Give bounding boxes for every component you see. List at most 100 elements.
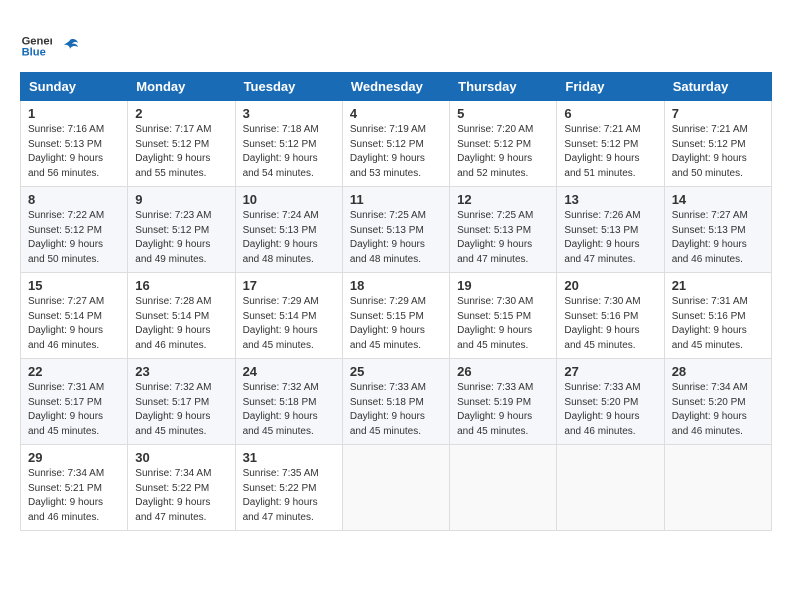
page-header: General Blue — [20, 30, 772, 62]
calendar-week-row: 15 Sunrise: 7:27 AM Sunset: 5:14 PM Dayli… — [21, 273, 772, 359]
day-number: 3 — [243, 106, 335, 121]
day-number: 6 — [564, 106, 656, 121]
day-info: Sunrise: 7:23 AM Sunset: 5:12 PM Dayligh… — [135, 209, 227, 267]
calendar-day-cell: 8 Sunrise: 7:22 AM Sunset: 5:12 PM Daylig… — [21, 187, 128, 273]
empty-day-cell — [342, 445, 449, 531]
day-number: 14 — [672, 192, 764, 207]
svg-text:General: General — [22, 35, 52, 47]
day-number: 26 — [457, 364, 549, 379]
day-header-saturday: Saturday — [664, 73, 771, 101]
day-number: 8 — [28, 192, 120, 207]
day-number: 23 — [135, 364, 227, 379]
calendar-day-cell: 5Sunrise: 7:20 AM Sunset: 5:12 PM Daylig… — [450, 101, 557, 187]
day-info: Sunrise: 7:25 AM Sunset: 5:13 PM Dayligh… — [457, 209, 549, 267]
day-number: 31 — [243, 450, 335, 465]
day-info: Sunrise: 7:31 AM Sunset: 5:16 PM Dayligh… — [672, 295, 764, 353]
day-info: Sunrise: 7:26 AM Sunset: 5:13 PM Dayligh… — [564, 209, 656, 267]
day-number: 25 — [350, 364, 442, 379]
day-info: Sunrise: 7:21 AM Sunset: 5:12 PM Dayligh… — [672, 123, 764, 181]
calendar-day-cell: 17 Sunrise: 7:29 AM Sunset: 5:14 PM Dayli… — [235, 273, 342, 359]
calendar-week-row: 22 Sunrise: 7:31 AM Sunset: 5:17 PM Dayli… — [21, 359, 772, 445]
day-header-monday: Monday — [128, 73, 235, 101]
logo: General Blue — [20, 30, 80, 62]
calendar-day-cell: 13 Sunrise: 7:26 AM Sunset: 5:13 PM Dayli… — [557, 187, 664, 273]
day-info: Sunrise: 7:33 AM Sunset: 5:19 PM Dayligh… — [457, 381, 549, 439]
empty-day-cell — [557, 445, 664, 531]
day-number: 27 — [564, 364, 656, 379]
day-info: Sunrise: 7:19 AM Sunset: 5:12 PM Dayligh… — [350, 123, 442, 181]
day-info: Sunrise: 7:33 AM Sunset: 5:20 PM Dayligh… — [564, 381, 656, 439]
day-number: 20 — [564, 278, 656, 293]
empty-day-cell — [450, 445, 557, 531]
logo-bird-icon — [60, 36, 80, 56]
day-number: 1 — [28, 106, 120, 121]
day-number: 5 — [457, 106, 549, 121]
calendar-day-cell: 2 Sunrise: 7:17 AM Sunset: 5:12 PM Daylig… — [128, 101, 235, 187]
calendar-day-cell: 31 Sunrise: 7:35 AM Sunset: 5:22 PM Dayli… — [235, 445, 342, 531]
day-number: 9 — [135, 192, 227, 207]
day-info: Sunrise: 7:22 AM Sunset: 5:12 PM Dayligh… — [28, 209, 120, 267]
day-info: Sunrise: 7:32 AM Sunset: 5:17 PM Dayligh… — [135, 381, 227, 439]
calendar-day-cell: 11 Sunrise: 7:25 AM Sunset: 5:13 PM Dayli… — [342, 187, 449, 273]
day-number: 24 — [243, 364, 335, 379]
calendar-day-cell: 25 Sunrise: 7:33 AM Sunset: 5:18 PM Dayli… — [342, 359, 449, 445]
day-info: Sunrise: 7:24 AM Sunset: 5:13 PM Dayligh… — [243, 209, 335, 267]
day-header-sunday: Sunday — [21, 73, 128, 101]
day-number: 15 — [28, 278, 120, 293]
empty-day-cell — [664, 445, 771, 531]
day-info: Sunrise: 7:34 AM Sunset: 5:22 PM Dayligh… — [135, 467, 227, 525]
calendar-week-row: 8 Sunrise: 7:22 AM Sunset: 5:12 PM Daylig… — [21, 187, 772, 273]
day-info: Sunrise: 7:27 AM Sunset: 5:13 PM Dayligh… — [672, 209, 764, 267]
calendar-day-cell: 7Sunrise: 7:21 AM Sunset: 5:12 PM Daylig… — [664, 101, 771, 187]
day-header-friday: Friday — [557, 73, 664, 101]
calendar-day-cell: 30 Sunrise: 7:34 AM Sunset: 5:22 PM Dayli… — [128, 445, 235, 531]
day-info: Sunrise: 7:21 AM Sunset: 5:12 PM Dayligh… — [564, 123, 656, 181]
day-number: 29 — [28, 450, 120, 465]
day-info: Sunrise: 7:33 AM Sunset: 5:18 PM Dayligh… — [350, 381, 442, 439]
calendar-day-cell: 16 Sunrise: 7:28 AM Sunset: 5:14 PM Dayli… — [128, 273, 235, 359]
day-info: Sunrise: 7:35 AM Sunset: 5:22 PM Dayligh… — [243, 467, 335, 525]
day-number: 19 — [457, 278, 549, 293]
day-number: 2 — [135, 106, 227, 121]
calendar-day-cell: 9 Sunrise: 7:23 AM Sunset: 5:12 PM Daylig… — [128, 187, 235, 273]
calendar-day-cell: 21 Sunrise: 7:31 AM Sunset: 5:16 PM Dayli… — [664, 273, 771, 359]
day-info: Sunrise: 7:34 AM Sunset: 5:20 PM Dayligh… — [672, 381, 764, 439]
calendar-day-cell: 23 Sunrise: 7:32 AM Sunset: 5:17 PM Dayli… — [128, 359, 235, 445]
day-info: Sunrise: 7:30 AM Sunset: 5:16 PM Dayligh… — [564, 295, 656, 353]
day-number: 28 — [672, 364, 764, 379]
calendar-day-cell: 26 Sunrise: 7:33 AM Sunset: 5:19 PM Dayli… — [450, 359, 557, 445]
day-info: Sunrise: 7:29 AM Sunset: 5:14 PM Dayligh… — [243, 295, 335, 353]
day-info: Sunrise: 7:30 AM Sunset: 5:15 PM Dayligh… — [457, 295, 549, 353]
day-info: Sunrise: 7:27 AM Sunset: 5:14 PM Dayligh… — [28, 295, 120, 353]
calendar-day-cell: 3 Sunrise: 7:18 AM Sunset: 5:12 PM Daylig… — [235, 101, 342, 187]
logo-icon: General Blue — [20, 30, 52, 62]
day-info: Sunrise: 7:25 AM Sunset: 5:13 PM Dayligh… — [350, 209, 442, 267]
day-info: Sunrise: 7:28 AM Sunset: 5:14 PM Dayligh… — [135, 295, 227, 353]
calendar-day-cell: 12 Sunrise: 7:25 AM Sunset: 5:13 PM Dayli… — [450, 187, 557, 273]
day-number: 18 — [350, 278, 442, 293]
day-number: 13 — [564, 192, 656, 207]
day-number: 11 — [350, 192, 442, 207]
calendar-header-row: SundayMondayTuesdayWednesdayThursdayFrid… — [21, 73, 772, 101]
calendar-day-cell: 27 Sunrise: 7:33 AM Sunset: 5:20 PM Dayli… — [557, 359, 664, 445]
day-number: 22 — [28, 364, 120, 379]
calendar-day-cell: 24 Sunrise: 7:32 AM Sunset: 5:18 PM Dayli… — [235, 359, 342, 445]
day-info: Sunrise: 7:31 AM Sunset: 5:17 PM Dayligh… — [28, 381, 120, 439]
day-number: 30 — [135, 450, 227, 465]
day-number: 17 — [243, 278, 335, 293]
calendar-day-cell: 29Sunrise: 7:34 AM Sunset: 5:21 PM Dayli… — [21, 445, 128, 531]
calendar-day-cell: 15 Sunrise: 7:27 AM Sunset: 5:14 PM Dayli… — [21, 273, 128, 359]
day-info: Sunrise: 7:32 AM Sunset: 5:18 PM Dayligh… — [243, 381, 335, 439]
calendar-day-cell: 28 Sunrise: 7:34 AM Sunset: 5:20 PM Dayli… — [664, 359, 771, 445]
calendar-day-cell: 14 Sunrise: 7:27 AM Sunset: 5:13 PM Dayli… — [664, 187, 771, 273]
calendar-week-row: 29Sunrise: 7:34 AM Sunset: 5:21 PM Dayli… — [21, 445, 772, 531]
calendar-day-cell: 19 Sunrise: 7:30 AM Sunset: 5:15 PM Dayli… — [450, 273, 557, 359]
calendar-day-cell: 1Sunrise: 7:16 AM Sunset: 5:13 PM Daylig… — [21, 101, 128, 187]
day-number: 4 — [350, 106, 442, 121]
day-number: 21 — [672, 278, 764, 293]
day-info: Sunrise: 7:18 AM Sunset: 5:12 PM Dayligh… — [243, 123, 335, 181]
calendar-table: SundayMondayTuesdayWednesdayThursdayFrid… — [20, 72, 772, 531]
day-number: 12 — [457, 192, 549, 207]
day-number: 16 — [135, 278, 227, 293]
day-info: Sunrise: 7:17 AM Sunset: 5:12 PM Dayligh… — [135, 123, 227, 181]
